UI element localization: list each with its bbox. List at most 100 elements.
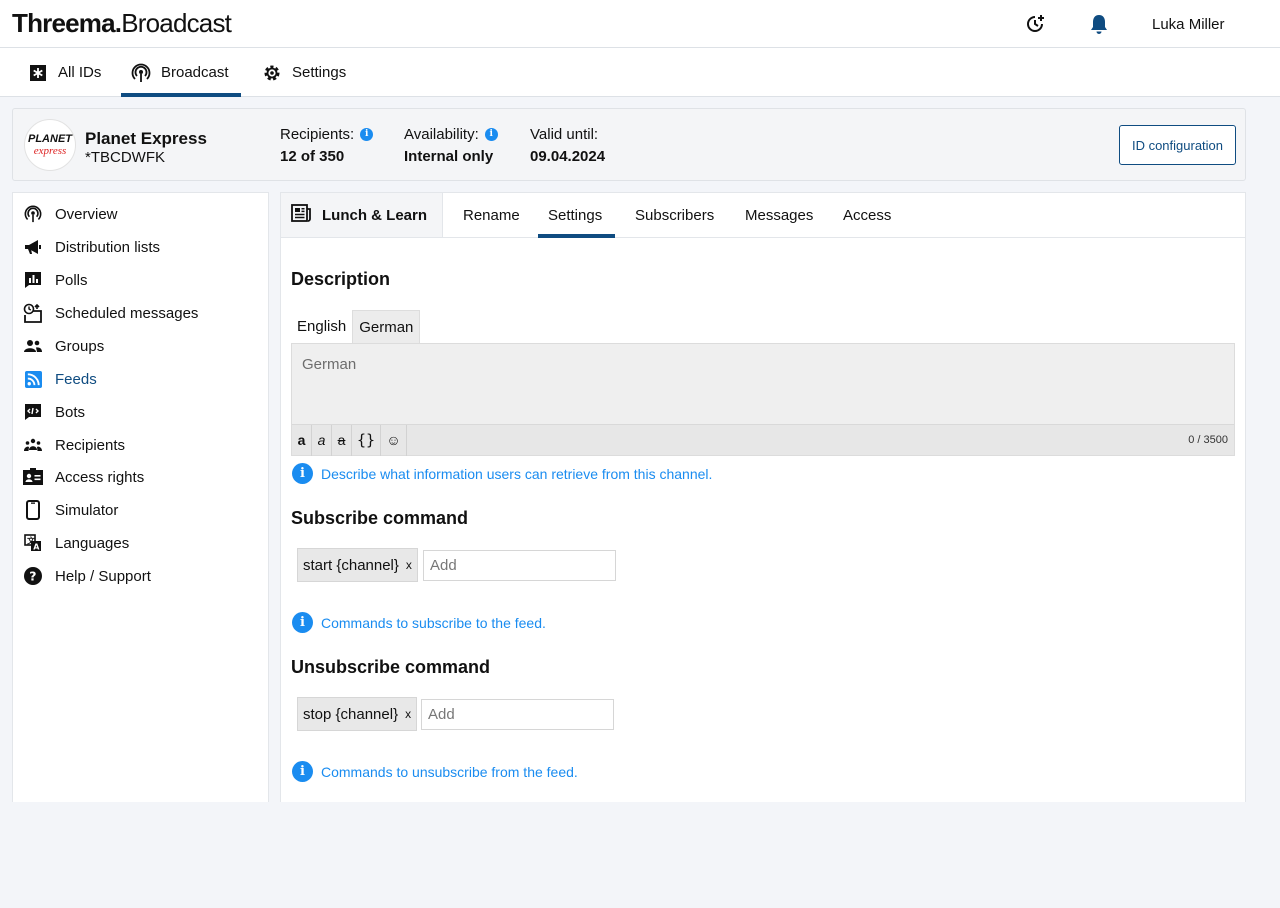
sidebar: Overview Distribution lists Polls Schedu…: [12, 192, 269, 802]
description-hint-text: Describe what information users can retr…: [321, 465, 713, 482]
description-hint: i Describe what information users can re…: [292, 463, 712, 484]
sidebar-item-feeds[interactable]: Feeds: [23, 368, 97, 390]
sidebar-item-distribution-lists[interactable]: Distribution lists: [23, 236, 160, 258]
info-icon: i: [292, 761, 313, 782]
emoji-button[interactable]: ☺: [381, 424, 408, 456]
sidebar-item-scheduled-messages[interactable]: Scheduled messages: [23, 302, 198, 324]
chip-label: stop {channel}: [303, 705, 399, 723]
unsubscribe-hint: i Commands to unsubscribe from the feed.: [292, 761, 578, 782]
info-icon[interactable]: i: [484, 127, 498, 141]
feed-settings-panel: Lunch & Learn Rename Settings Subscriber…: [280, 192, 1246, 802]
help-icon: ?: [23, 566, 43, 586]
nav-broadcast-label: Broadcast: [161, 64, 229, 81]
editor-toolbar: a a a {} ☺ 0 / 3500: [292, 424, 1234, 456]
sidebar-item-label: Overview: [55, 205, 118, 223]
nav-all-ids-label: All IDs: [58, 64, 102, 81]
character-counter: 0 / 3500: [1188, 434, 1228, 446]
subscribe-hint-text: Commands to subscribe to the feed.: [321, 614, 546, 631]
svg-text:?: ?: [29, 569, 36, 584]
group-icon: [23, 336, 43, 356]
feed-tabbar: Lunch & Learn Rename Settings Subscriber…: [281, 193, 1245, 238]
info-icon: i: [292, 463, 313, 484]
sidebar-item-label: Scheduled messages: [55, 304, 199, 322]
availability-meta: Availability: i Internal only: [404, 125, 498, 165]
chip-remove-button[interactable]: x: [406, 558, 412, 572]
recipients-label: Recipients:: [280, 125, 355, 143]
sidebar-item-overview[interactable]: Overview: [23, 203, 118, 225]
tab-access[interactable]: Access: [833, 193, 901, 237]
megaphone-icon: [23, 237, 43, 257]
description-editor[interactable]: German a a a {} ☺ 0 / 3500: [291, 343, 1235, 456]
strikethrough-button[interactable]: a: [332, 424, 352, 456]
translate-icon: 文A: [23, 533, 43, 553]
availability-value: Internal only: [404, 148, 494, 165]
id-card-icon: [23, 467, 43, 487]
main-nav: All IDs Broadcast Settings: [0, 48, 1280, 97]
bot-icon: [23, 402, 43, 422]
tab-rename[interactable]: Rename: [453, 193, 530, 237]
nav-settings[interactable]: Settings: [262, 48, 346, 97]
sidebar-item-label: Distribution lists: [55, 238, 161, 256]
subscribe-heading: Subscribe command: [291, 508, 469, 528]
valid-until-value: 09.04.2024: [530, 148, 606, 165]
unsubscribe-command-input[interactable]: [421, 699, 614, 730]
app-logo[interactable]: Threema.Broadcast: [12, 8, 232, 39]
nav-settings-label: Settings: [292, 64, 347, 81]
subscribe-command-input[interactable]: [423, 550, 616, 581]
unsubscribe-hint-text: Commands to unsubscribe from the feed.: [321, 763, 578, 780]
recipients-value: 12 of 350: [280, 148, 345, 165]
sidebar-item-bots[interactable]: Bots: [23, 401, 85, 423]
bold-button[interactable]: a: [292, 424, 312, 456]
sidebar-item-label: Feeds: [55, 370, 97, 388]
sidebar-item-access-rights[interactable]: Access rights: [23, 466, 144, 488]
nav-broadcast[interactable]: Broadcast: [121, 48, 241, 97]
availability-label: Availability:: [404, 125, 479, 143]
sidebar-item-languages[interactable]: 文A Languages: [23, 532, 129, 554]
logo-light-text: Broadcast: [121, 8, 232, 38]
info-icon: i: [292, 612, 313, 633]
tab-subscribers[interactable]: Subscribers: [625, 193, 724, 237]
logo-bold-text: Threema.: [12, 8, 122, 38]
sidebar-item-groups[interactable]: Groups: [23, 335, 104, 357]
sidebar-item-label: Languages: [55, 534, 130, 552]
italic-button[interactable]: a: [312, 424, 332, 456]
code-button[interactable]: {}: [352, 424, 382, 456]
sidebar-item-label: Bots: [55, 403, 86, 421]
avatar-text-2: express: [33, 144, 67, 157]
sidebar-item-polls[interactable]: Polls: [23, 269, 88, 291]
subscribe-hint: i Commands to subscribe to the feed.: [292, 612, 546, 633]
recipients-icon: [23, 435, 43, 455]
avatar: PLANET express: [24, 119, 76, 171]
asterisk-box-icon: [28, 63, 48, 83]
language-tabs: English German: [291, 310, 421, 343]
tab-messages[interactable]: Messages: [735, 193, 823, 237]
feed-title: Lunch & Learn: [281, 193, 443, 237]
gear-icon: [262, 63, 282, 83]
nav-all-ids[interactable]: All IDs: [28, 48, 101, 97]
sidebar-item-recipients[interactable]: Recipients: [23, 434, 125, 456]
schedule-add-icon[interactable]: [1024, 13, 1046, 35]
user-menu[interactable]: Luka Miller: [1152, 16, 1225, 33]
broadcast-icon: [23, 204, 43, 224]
svg-text:A: A: [33, 543, 40, 552]
feed-title-text: Lunch & Learn: [322, 206, 428, 224]
id-card: PLANET express Planet Express *TBCDWFK R…: [12, 108, 1246, 181]
unsubscribe-heading: Unsubscribe command: [291, 657, 491, 677]
sidebar-item-help-support[interactable]: ? Help / Support: [23, 565, 151, 587]
chip-remove-button[interactable]: x: [405, 707, 411, 721]
id-configuration-button[interactable]: ID configuration: [1119, 125, 1236, 165]
scheduled-message-icon: [23, 303, 43, 323]
bell-icon[interactable]: [1088, 13, 1110, 35]
subscribe-command-chip: start {channel} x: [297, 548, 418, 582]
tab-settings[interactable]: Settings: [538, 193, 615, 238]
sidebar-item-label: Recipients: [55, 436, 126, 454]
info-icon[interactable]: i: [360, 127, 374, 141]
sidebar-item-simulator[interactable]: Simulator: [23, 499, 118, 521]
lang-tab-german[interactable]: German: [352, 310, 421, 343]
id-name: Planet Express: [85, 129, 207, 148]
sidebar-item-label: Help / Support: [55, 567, 151, 585]
sidebar-item-label: Groups: [55, 337, 105, 355]
poll-icon: [23, 270, 43, 290]
lang-tab-english[interactable]: English: [291, 310, 352, 343]
unsubscribe-command-chip: stop {channel} x: [297, 697, 418, 731]
